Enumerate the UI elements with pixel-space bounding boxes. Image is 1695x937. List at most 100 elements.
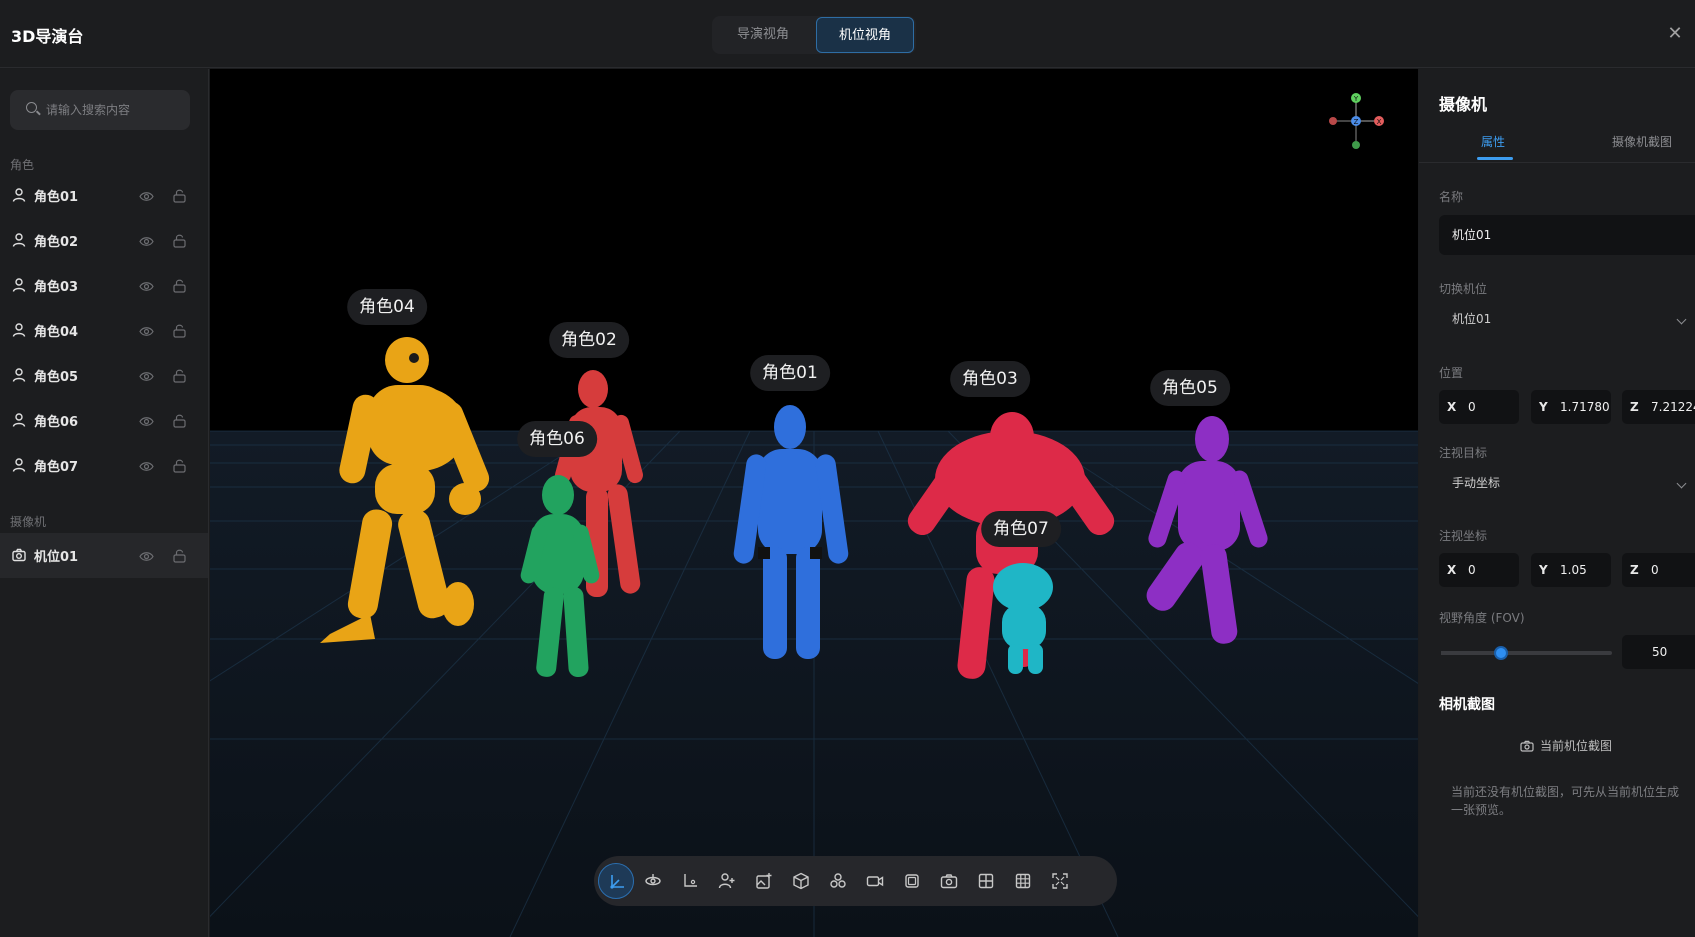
eye-icon[interactable] bbox=[139, 280, 154, 293]
camera-icon bbox=[12, 548, 26, 562]
eye-icon[interactable] bbox=[139, 190, 154, 203]
person-icon bbox=[12, 368, 26, 382]
sidebar-item-char02[interactable]: 角色02 bbox=[0, 218, 208, 263]
scene-canvas[interactable]: Y X Z bbox=[210, 69, 1418, 937]
tool-axis[interactable] bbox=[672, 863, 708, 899]
tool-frame[interactable] bbox=[894, 863, 930, 899]
search-input[interactable] bbox=[46, 90, 186, 130]
fov-slider-thumb[interactable] bbox=[1493, 646, 1508, 660]
tool-cube[interactable] bbox=[783, 863, 819, 899]
grid-3x3-icon bbox=[1015, 873, 1031, 889]
person-icon bbox=[12, 188, 26, 202]
cube-icon bbox=[793, 872, 809, 890]
view-toggle: 导演视角 机位视角 bbox=[712, 16, 916, 54]
tab-director-view[interactable]: 导演视角 bbox=[714, 17, 812, 53]
position-y-field[interactable]: Y 1.71780 bbox=[1531, 390, 1611, 424]
tool-fullscreen[interactable] bbox=[1042, 863, 1078, 899]
eye-icon[interactable] bbox=[139, 325, 154, 338]
sidebar-item-char07[interactable]: 角色07 bbox=[0, 443, 208, 488]
target-select[interactable]: 手动坐标 bbox=[1439, 463, 1689, 503]
tab-camera-screenshot[interactable]: 摄像机截图 bbox=[1612, 133, 1672, 150]
unlock-icon[interactable] bbox=[173, 188, 186, 203]
app-root: 3D导演台 导演视角 机位视角 ✕ 角色 角色01 角色02 角色03 bbox=[0, 0, 1695, 937]
position-z-field[interactable]: Z7.21224 bbox=[1622, 390, 1695, 424]
person-icon bbox=[12, 233, 26, 247]
sidebar-item-char01[interactable]: 角色01 bbox=[0, 173, 208, 218]
character-tag-06[interactable]: 角色06 bbox=[517, 421, 597, 457]
search-box bbox=[10, 90, 190, 130]
character-tag-02[interactable]: 角色02 bbox=[549, 322, 629, 358]
sidebar: 角色 角色01 角色02 角色03 角色04 角色05 bbox=[0, 69, 209, 937]
orbit-icon bbox=[645, 874, 661, 886]
sidebar-item-char05[interactable]: 角色05 bbox=[0, 353, 208, 398]
section-label-characters: 角色 bbox=[10, 158, 35, 172]
character-tag-03[interactable]: 角色03 bbox=[950, 361, 1030, 397]
close-icon[interactable]: ✕ bbox=[1663, 22, 1687, 46]
unlock-icon[interactable] bbox=[173, 458, 186, 473]
eye-icon[interactable] bbox=[139, 415, 154, 428]
unlock-icon[interactable] bbox=[173, 548, 186, 563]
screenshot-hint: 当前还没有机位截图，可先从当前机位生成一张预览。 bbox=[1451, 785, 1680, 817]
sidebar-item-char04[interactable]: 角色04 bbox=[0, 308, 208, 353]
properties-panel: 摄像机 属性 摄像机截图 名称 机位01 切换机位 机位01 位置 X0 Y 1.… bbox=[1419, 69, 1695, 937]
eye-icon[interactable] bbox=[139, 550, 154, 563]
position-x-value: 0 bbox=[1468, 400, 1476, 414]
tab-camera-view[interactable]: 机位视角 bbox=[816, 17, 914, 53]
eye-icon[interactable] bbox=[139, 235, 154, 248]
camera-icon bbox=[1520, 740, 1534, 752]
eye-icon[interactable] bbox=[139, 460, 154, 473]
sidebar-item-label: 角色06 bbox=[34, 415, 79, 430]
tool-add-image[interactable] bbox=[746, 863, 782, 899]
sidebar-item-char06[interactable]: 角色06 bbox=[0, 398, 208, 443]
tool-orbit[interactable] bbox=[635, 863, 671, 899]
character-tag-07[interactable]: 角色07 bbox=[981, 511, 1061, 547]
sidebar-item-label: 角色07 bbox=[34, 460, 79, 475]
character-tag-01[interactable]: 角色01 bbox=[750, 355, 830, 391]
fov-slider[interactable] bbox=[1441, 646, 1612, 660]
unlock-icon[interactable] bbox=[173, 368, 186, 383]
sidebar-item-label: 角色03 bbox=[34, 280, 79, 295]
tool-grid-3x3[interactable] bbox=[1005, 863, 1041, 899]
gizmo-y-label: Y bbox=[1353, 95, 1359, 103]
target-x-field[interactable]: X0 bbox=[1439, 553, 1519, 587]
sidebar-item-label: 角色01 bbox=[34, 190, 79, 205]
video-camera-icon bbox=[866, 876, 884, 887]
position-y-value: 1.71780 bbox=[1560, 400, 1610, 414]
switch-camera-select[interactable]: 机位01 bbox=[1439, 299, 1689, 339]
tool-group[interactable] bbox=[820, 863, 856, 899]
tool-add-person[interactable] bbox=[709, 863, 745, 899]
add-image-icon bbox=[756, 873, 772, 889]
sidebar-item-label: 角色05 bbox=[34, 370, 79, 385]
person-icon bbox=[12, 413, 26, 427]
unlock-icon[interactable] bbox=[173, 233, 186, 248]
tool-axis-move[interactable] bbox=[598, 863, 634, 899]
tool-camera[interactable] bbox=[931, 863, 967, 899]
sidebar-item-label: 角色04 bbox=[34, 325, 79, 340]
3d-viewport[interactable]: Y X Z 角色04 角色02 角色01 角色03 角色05 角色06 角色07 bbox=[210, 69, 1418, 937]
character-tag-05[interactable]: 角色05 bbox=[1150, 370, 1230, 406]
name-label: 名称 bbox=[1439, 190, 1464, 204]
position-x-field[interactable]: X0 bbox=[1439, 390, 1519, 424]
tab-properties[interactable]: 属性 bbox=[1476, 133, 1514, 160]
person-icon bbox=[12, 278, 26, 292]
grid-2x2-icon bbox=[978, 873, 994, 889]
character-tag-04[interactable]: 角色04 bbox=[347, 289, 427, 325]
target-label: 注视目标 bbox=[1439, 446, 1488, 460]
name-field[interactable]: 机位01 bbox=[1439, 215, 1695, 255]
app-title: 3D导演台 bbox=[11, 27, 84, 46]
eye-icon[interactable] bbox=[139, 370, 154, 383]
target-value: 手动坐标 bbox=[1452, 476, 1501, 490]
group-icon bbox=[830, 873, 846, 888]
target-z-field[interactable]: Z0 bbox=[1622, 553, 1695, 587]
sidebar-item-camera01[interactable]: 机位01 bbox=[0, 533, 208, 578]
unlock-icon[interactable] bbox=[173, 278, 186, 293]
tool-video-camera[interactable] bbox=[857, 863, 893, 899]
sidebar-item-label: 机位01 bbox=[34, 550, 79, 565]
target-y-field[interactable]: Y 1.05 bbox=[1531, 553, 1611, 587]
fov-input[interactable]: 50 bbox=[1622, 635, 1695, 669]
tool-grid-2x2[interactable] bbox=[968, 863, 1004, 899]
unlock-icon[interactable] bbox=[173, 413, 186, 428]
unlock-icon[interactable] bbox=[173, 323, 186, 338]
gizmo-z-label: Z bbox=[1354, 118, 1359, 126]
sidebar-item-char03[interactable]: 角色03 bbox=[0, 263, 208, 308]
